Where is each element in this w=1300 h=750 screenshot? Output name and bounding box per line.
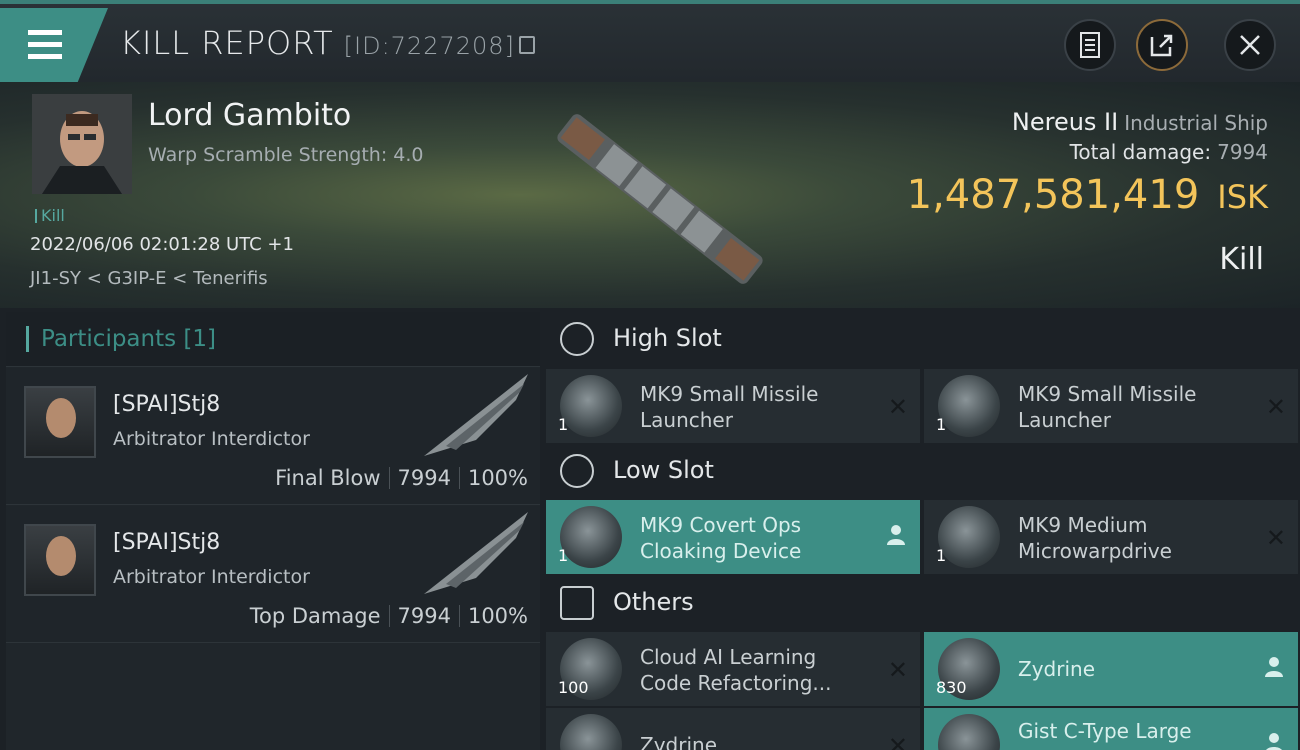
item-name: MK9 Medium Microwarpdrive — [1018, 513, 1172, 563]
remove-icon: ✕ — [887, 393, 908, 421]
ship-name[interactable]: Nereus II — [1012, 108, 1118, 136]
others-header: Others — [546, 574, 1300, 634]
user-icon — [887, 525, 905, 545]
item-name: Zydrine — [640, 733, 717, 750]
clipboard-icon — [1080, 32, 1100, 58]
kill-location[interactable]: JI1-SY < G3IP-E < Tenerifis — [30, 268, 268, 289]
menu-button[interactable] — [0, 8, 108, 82]
participant-ship-image — [424, 512, 528, 594]
victim-name[interactable]: Lord Gambito — [148, 98, 351, 133]
user-icon — [1265, 657, 1283, 677]
participant-damage: 7994 — [397, 466, 451, 490]
low-slot-header: Low Slot — [546, 442, 1300, 502]
close-button[interactable] — [1224, 19, 1276, 71]
participant-ship-image — [424, 374, 528, 456]
participant-role: Top Damage — [249, 604, 381, 628]
victim-ship: Nereus II Industrial Ship — [1012, 108, 1268, 136]
share-icon — [1150, 34, 1173, 57]
box-icon — [560, 586, 594, 620]
item-name: Gist C-Type Large — [1018, 719, 1192, 743]
module-icon — [560, 506, 622, 568]
item-name: MK9 Small Missile Launcher — [640, 382, 819, 432]
item-quantity: 1 — [558, 415, 569, 434]
warp-scramble-strength: Warp Scramble Strength: 4.0 — [148, 144, 424, 166]
victim-portrait[interactable] — [32, 94, 132, 194]
item-name: Cloud AI Learning Code Refactoring... — [640, 645, 832, 695]
participant-stats: Top Damage 7994 100% — [250, 604, 528, 628]
fitting-item[interactable]: 100 Cloud AI Learning Code Refactoring..… — [546, 632, 920, 706]
title-text: KILL REPORT — [120, 24, 334, 62]
title-bar: KILL REPORT [ID:7227208] — [0, 0, 1300, 82]
participant-row[interactable]: [SPAI]Stj8 Arbitrator Interdictor Top Da… — [6, 506, 540, 643]
high-slot-label: High Slot — [613, 324, 722, 352]
user-icon — [1266, 733, 1282, 750]
total-damage-label: Total damage: — [1069, 140, 1212, 164]
participants-header: Participants [1] — [6, 312, 540, 367]
fitting-item[interactable]: 1 MK9 Covert Ops Cloaking Device — [546, 500, 920, 574]
participant-role: Final Blow — [275, 466, 381, 490]
total-damage-value: 7994 — [1217, 140, 1268, 164]
share-button[interactable] — [1136, 19, 1188, 71]
participant-ship: Arbitrator Interdictor — [113, 428, 310, 450]
participant-avatar[interactable] — [24, 524, 96, 596]
fitting-item[interactable]: 1 MK9 Small Missile Launcher ✕ — [546, 369, 920, 443]
item-icon — [938, 714, 1000, 750]
fitting-item[interactable]: 1 MK9 Small Missile Launcher ✕ — [924, 369, 1298, 443]
participants-title: Participants [1] — [26, 326, 216, 352]
item-quantity: 100 — [558, 678, 589, 697]
participant-stats: Final Blow 7994 100% — [275, 466, 528, 490]
participants-panel: Participants [1] [SPAI]Stj8 Arbitrator I… — [6, 312, 540, 750]
remove-icon: ✕ — [1265, 524, 1286, 552]
kill-date: 2022/06/06 02:01:28 UTC +1 — [30, 234, 294, 255]
module-icon — [938, 375, 1000, 437]
fitting-item[interactable]: 830 Zydrine — [924, 632, 1298, 706]
victim-ship-image — [557, 114, 763, 284]
participant-ship: Arbitrator Interdictor — [113, 566, 310, 588]
remove-icon: ✕ — [1265, 393, 1286, 421]
fitting-item[interactable]: Zydrine ✕ — [546, 708, 920, 750]
close-icon — [1240, 35, 1260, 55]
isk-unit: ISK — [1217, 178, 1268, 216]
victim-banner: Lord Gambito Warp Scramble Strength: 4.0… — [0, 82, 1300, 308]
kill-tag: Kill — [35, 206, 65, 225]
page-title: KILL REPORT [ID:7227208] — [120, 24, 535, 62]
remove-icon: ✕ — [887, 656, 908, 684]
participant-percent: 100% — [467, 466, 528, 490]
item-icon — [560, 714, 622, 750]
participant-name: [SPAI]Stj8 — [113, 530, 221, 555]
item-name: Zydrine — [1018, 657, 1095, 681]
isk-value: 1,487,581,419 ISK — [907, 172, 1268, 218]
slot-icon — [560, 454, 594, 488]
others-label: Others — [613, 588, 694, 616]
clipboard-button[interactable] — [1064, 19, 1116, 71]
participant-percent: 100% — [467, 604, 528, 628]
remove-icon: ✕ — [887, 732, 908, 750]
high-slot-header: High Slot — [546, 310, 1300, 370]
participant-damage: 7994 — [397, 604, 451, 628]
participant-name: [SPAI]Stj8 — [113, 392, 221, 417]
item-quantity: 830 — [936, 678, 967, 697]
slot-icon — [560, 322, 594, 356]
item-name: MK9 Small Missile Launcher — [1018, 382, 1197, 432]
copy-icon[interactable] — [518, 36, 535, 54]
low-slot-label: Low Slot — [613, 456, 714, 484]
total-damage: Total damage: 7994 — [1070, 140, 1268, 164]
kill-id: [ID:7227208] — [343, 32, 515, 60]
kill-result: Kill — [1219, 242, 1264, 277]
module-icon — [938, 506, 1000, 568]
fitting-item[interactable]: Gist C-Type Large — [924, 708, 1298, 750]
participant-row[interactable]: [SPAI]Stj8 Arbitrator Interdictor Final … — [6, 368, 540, 505]
item-name: MK9 Covert Ops Cloaking Device — [640, 513, 802, 563]
isk-amount: 1,487,581,419 — [906, 172, 1200, 218]
item-quantity: 1 — [558, 546, 569, 565]
fitting-item[interactable]: 1 MK9 Medium Microwarpdrive ✕ — [924, 500, 1298, 574]
item-quantity: 1 — [936, 546, 947, 565]
module-icon — [560, 375, 622, 437]
item-quantity: 1 — [936, 415, 947, 434]
ship-class: Industrial Ship — [1124, 111, 1268, 135]
participant-avatar[interactable] — [24, 386, 96, 458]
